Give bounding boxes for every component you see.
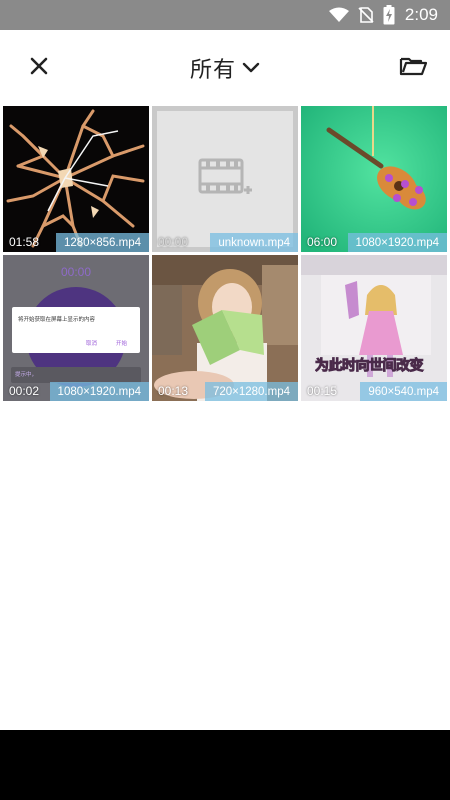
video-thumbnail: 00:00 将开始获取在屏幕上显示的内容 取消 开始 提示中， xyxy=(3,255,149,401)
thumb-timer: 00:00 xyxy=(60,265,92,279)
battery-charging-icon xyxy=(383,5,395,25)
video-resolution-badge: 1080×1920.mp4 xyxy=(347,233,447,252)
video-duration: 01:58 xyxy=(9,235,40,249)
video-thumbnail xyxy=(301,255,447,401)
thumb-footer-text: 提示中， xyxy=(15,372,38,378)
video-thumbnail xyxy=(301,106,447,252)
folder-button[interactable] xyxy=(398,54,428,82)
video-tile[interactable]: 为此时向世间改变 00:15 960×540.mp4 xyxy=(301,255,447,401)
video-tile[interactable]: 06:00 1080×1920.mp4 xyxy=(301,106,447,252)
no-sim-icon xyxy=(357,6,375,24)
video-duration: 00:15 xyxy=(307,384,338,398)
video-duration: 06:00 xyxy=(307,235,338,249)
video-tile[interactable]: 00:00 将开始获取在屏幕上显示的内容 取消 开始 提示中， 00:02 10… xyxy=(3,255,149,401)
video-tile[interactable]: 00:00 unknown.mp4 xyxy=(152,106,298,252)
video-placeholder-icon xyxy=(198,156,254,204)
wifi-icon xyxy=(328,7,349,23)
album-selector[interactable]: 所有 xyxy=(0,52,450,84)
video-tile[interactable]: 00:13 720×1280.mp4 xyxy=(152,255,298,401)
chevron-down-icon xyxy=(242,59,260,78)
video-thumbnail xyxy=(152,255,298,401)
folder-icon xyxy=(399,55,428,81)
video-resolution-badge: 960×540.mp4 xyxy=(360,382,447,401)
thumb-dialog-text: 将开始获取在屏幕上显示的内容 xyxy=(18,317,96,323)
video-thumbnail xyxy=(3,106,149,252)
video-duration: 00:13 xyxy=(158,384,189,398)
video-resolution-badge: 720×1280.mp4 xyxy=(204,382,298,401)
page-title: 所有 xyxy=(189,58,236,83)
app-bar: 所有 xyxy=(0,30,450,105)
video-grid: 01:58 1280×856.mp4 00:00 unknown.mp4 06:… xyxy=(3,106,447,401)
video-resolution-badge: unknown.mp4 xyxy=(210,233,298,252)
thumb-cancel-text: 取消 xyxy=(86,341,98,347)
status-bar: 2:09 xyxy=(0,0,450,30)
video-resolution-badge: 1080×1920.mp4 xyxy=(49,382,149,401)
video-tile[interactable]: 01:58 1280×856.mp4 xyxy=(3,106,149,252)
status-time: 2:09 xyxy=(404,5,438,24)
thumb-start-text: 开始 xyxy=(116,341,128,347)
video-duration: 00:02 xyxy=(9,384,40,398)
video-resolution-badge: 1280×856.mp4 xyxy=(55,233,149,252)
navigation-bar xyxy=(0,730,450,800)
video-duration: 00:00 xyxy=(158,235,189,249)
thumb-caption: 为此时向世间改变 xyxy=(315,358,424,375)
